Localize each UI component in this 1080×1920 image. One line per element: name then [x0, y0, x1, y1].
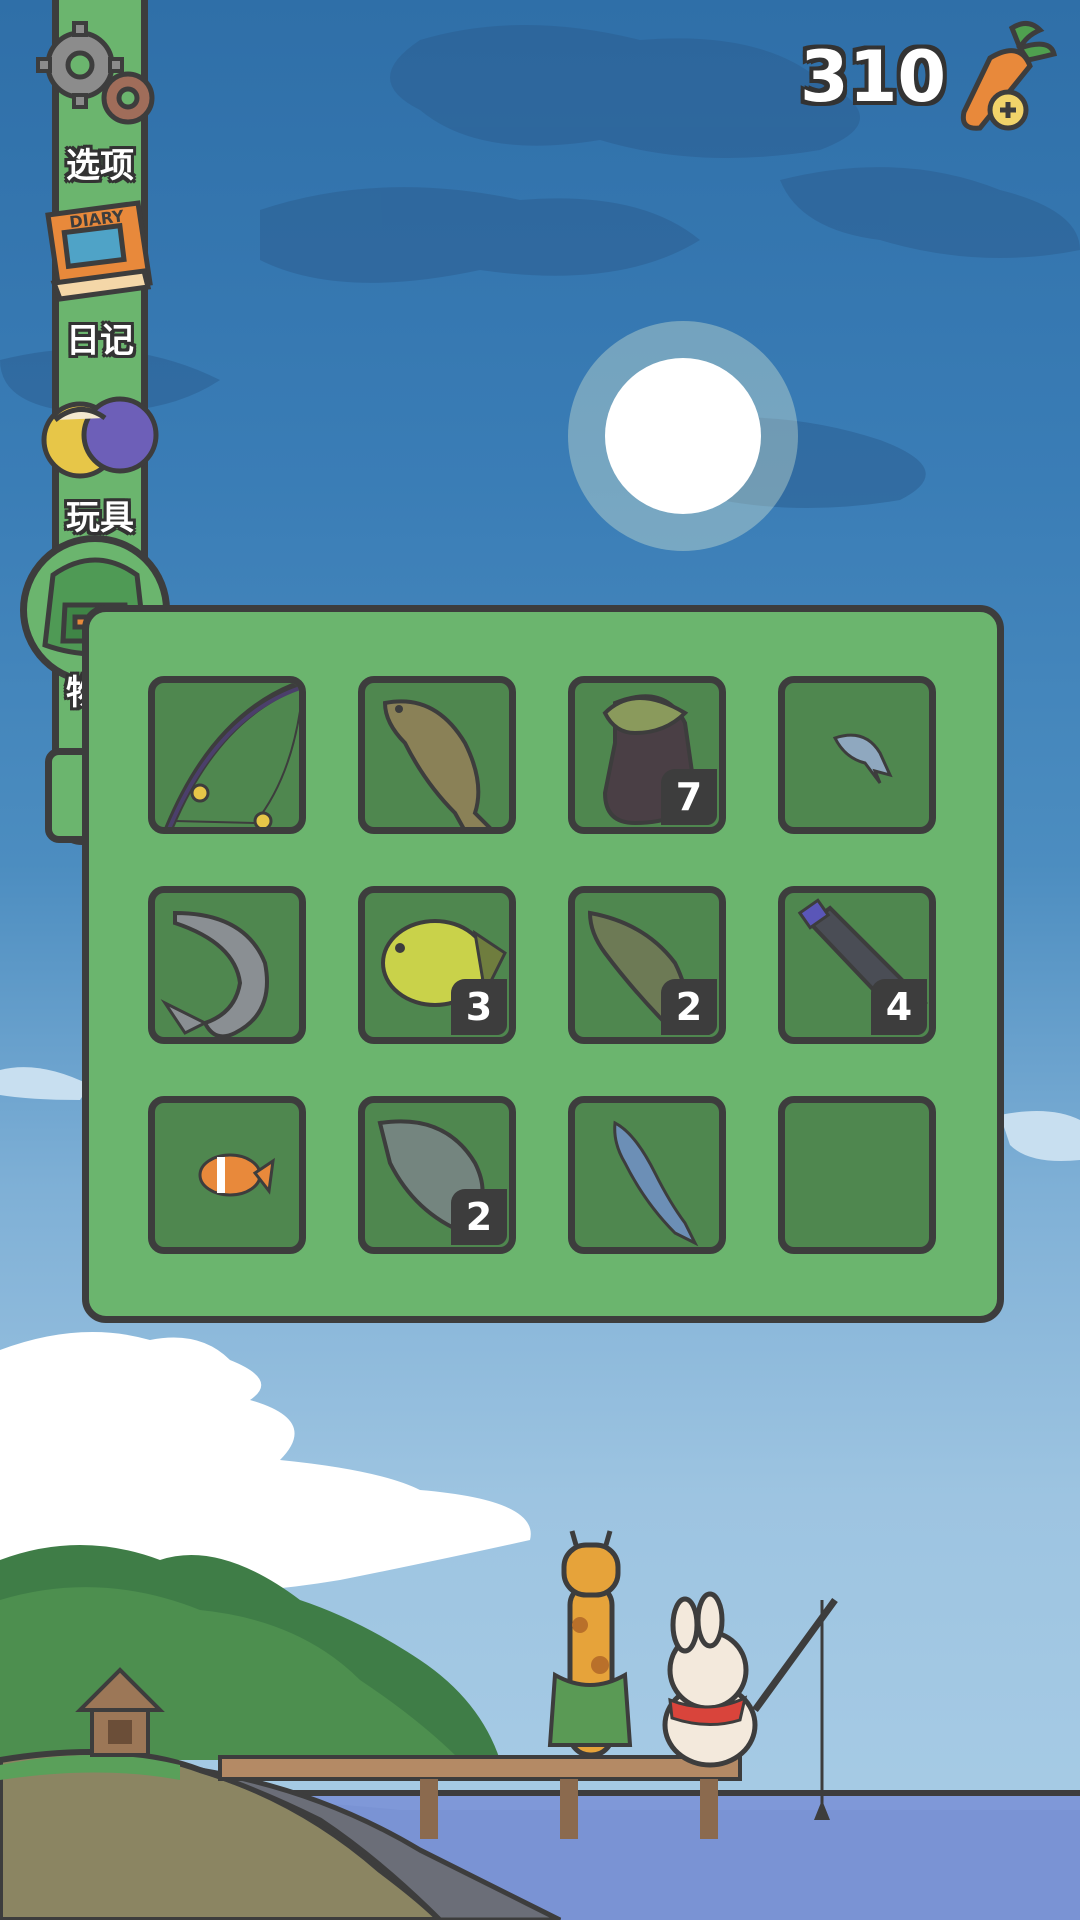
item-count-badge: 2	[661, 979, 717, 1035]
item-count-badge: 2	[451, 1189, 507, 1245]
inventory-slot-bluegill[interactable]: 3	[358, 886, 516, 1044]
inventory-slot-sardine[interactable]	[568, 1096, 726, 1254]
inventory-slot-plastic-bottle[interactable]: 4	[778, 886, 936, 1044]
sturgeon-icon	[160, 910, 269, 1037]
item-count-badge: 4	[871, 979, 927, 1035]
inventory-slot-tilapia[interactable]: 2	[358, 1096, 516, 1254]
sidebar-item-label: 选项	[66, 146, 134, 186]
inventory-slot-fishing-rod[interactable]	[148, 676, 306, 834]
fishing-rod-icon	[164, 683, 299, 827]
inventory-slot-empty[interactable]	[778, 1096, 936, 1254]
clownfish-icon	[198, 1153, 275, 1197]
toy-balls-icon	[41, 396, 159, 479]
inventory-slot-sturgeon[interactable]	[148, 886, 306, 1044]
sidebar-item-label: 玩具	[66, 498, 134, 538]
small-fish-icon	[832, 733, 893, 784]
sidebar-item-label: 日记	[66, 321, 134, 361]
inventory-slot-bass[interactable]: 2	[568, 886, 726, 1044]
sidebar-item-toys[interactable]: 玩具	[35, 380, 175, 540]
inventory-slot-clownfish[interactable]	[148, 1096, 306, 1254]
inventory-slot-carp[interactable]	[358, 676, 516, 834]
item-count-badge: 7	[661, 769, 717, 825]
carp-icon	[382, 699, 492, 827]
diary-book-icon: DIARY	[45, 200, 153, 302]
inventory-slot-small-fish[interactable]	[778, 676, 936, 834]
inventory-slot-old-boot[interactable]: 7	[568, 676, 726, 834]
carrot-plus-icon	[960, 21, 1058, 131]
game-scene: 选项 DIARY 日记 玩具 310 7 3 2 4 2	[0, 0, 1080, 1920]
sidebar-item-diary[interactable]: DIARY 日记	[38, 195, 178, 361]
sidebar-item-options[interactable]: 选项	[30, 20, 170, 186]
gear-icon	[36, 21, 155, 125]
add-carrots-button[interactable]	[950, 18, 1060, 138]
item-count-badge: 3	[451, 979, 507, 1035]
carrot-count: 310	[800, 36, 947, 118]
sardine-icon	[613, 1120, 699, 1247]
